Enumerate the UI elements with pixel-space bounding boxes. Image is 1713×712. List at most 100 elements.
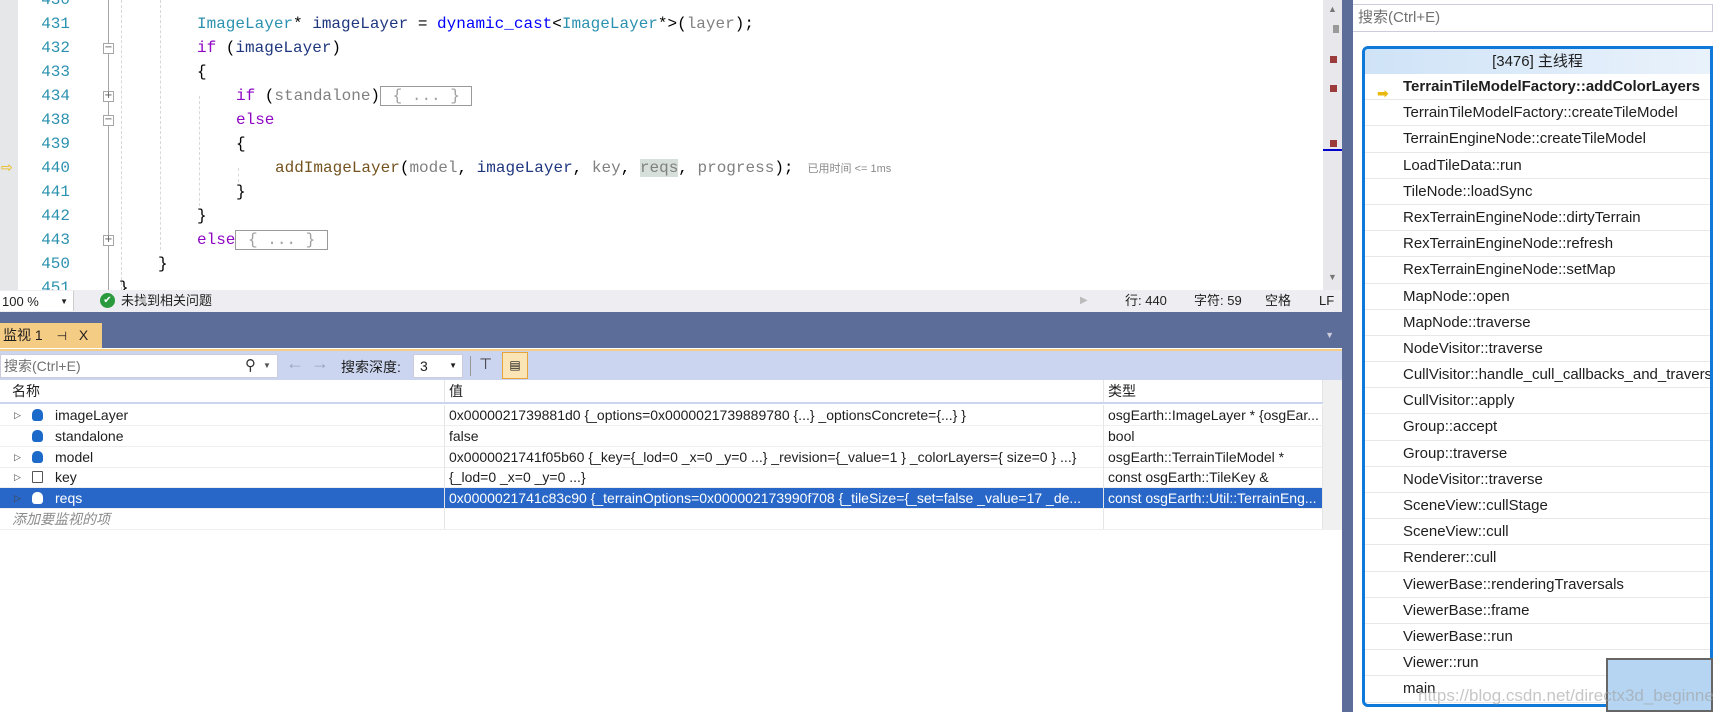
watch-name[interactable]: imageLayer <box>0 405 445 425</box>
window-menu-icon[interactable]: ▼ <box>1325 330 1334 340</box>
stack-frame[interactable]: Group::traverse <box>1365 441 1710 467</box>
stack-frame[interactable]: ViewerBase::frame <box>1365 598 1710 624</box>
stack-frame[interactable]: MapNode::traverse <box>1365 310 1710 336</box>
code-line[interactable]: 443 + else { ... } <box>0 228 1323 252</box>
code-line[interactable]: 441} <box>0 180 1323 204</box>
column-header-type[interactable]: 类型 <box>1104 380 1323 402</box>
stack-frame[interactable]: RexTerrainEngineNode::refresh <box>1365 231 1710 258</box>
window-splitter[interactable] <box>1342 0 1353 712</box>
watch-value[interactable]: {_lod=0 _x=0 _y=0 ...} <box>445 467 1104 488</box>
collapsed-block[interactable]: { ... } <box>380 86 473 106</box>
scroll-thumb[interactable] <box>1333 25 1339 33</box>
issues-status[interactable]: 未找到相关问题 <box>121 290 212 312</box>
search-icon[interactable]: ⚲ <box>245 355 256 377</box>
chevron-down-icon[interactable]: ▼ <box>263 355 271 377</box>
editor-status-bar: 100 % ▼ ✔ 未找到相关问题 ◀ ▶ 行: 440 字符: 59 空格 LF <box>0 290 1342 312</box>
line-number: 430 <box>41 0 70 9</box>
parallel-stacks-callstack[interactable]: [3476] 主线程 ➡ TerrainTileModelFactory::add… <box>1362 46 1713 707</box>
stack-frame[interactable]: LoadTileData::run <box>1365 153 1710 179</box>
hex-view-toggle[interactable]: ▤ <box>502 352 528 379</box>
add-watch-placeholder[interactable]: 添加要监视的项 <box>0 509 445 529</box>
callstack-search-input[interactable]: 搜索(Ctrl+E) <box>1353 4 1713 32</box>
code-line[interactable]: 432 − if (imageLayer) <box>0 36 1323 60</box>
collapse-icon[interactable]: − <box>103 115 114 126</box>
code-line[interactable]: 451} <box>0 276 1323 290</box>
scroll-up-icon[interactable]: ▲ <box>1328 4 1337 14</box>
watch-name[interactable]: reqs <box>0 488 445 509</box>
watch-row[interactable]: standalone false bool <box>0 425 1323 447</box>
code-line[interactable]: 434 + if (standalone) { ... } <box>0 84 1323 108</box>
scroll-down-icon[interactable]: ▼ <box>1328 272 1337 282</box>
tab-watch-1[interactable]: 监视 1 ⊣ X <box>0 323 102 348</box>
watch-row[interactable]: ▷ key {_lod=0 _x=0 _y=0 ...} const osgEarth… <box>0 467 1323 489</box>
column-header-name[interactable]: 名称 <box>0 380 445 402</box>
stack-frame[interactable]: CullVisitor::apply <box>1365 388 1710 415</box>
stack-frame[interactable]: SceneView::cullStage <box>1365 493 1710 520</box>
expand-icon[interactable]: + <box>103 91 114 102</box>
watch-search-input[interactable]: 搜索(Ctrl+E) ⚲ ▼ <box>0 354 278 378</box>
watch-name[interactable]: model <box>0 446 445 467</box>
stack-frame[interactable]: TileNode::loadSync <box>1365 179 1710 205</box>
stack-frame[interactable]: Renderer::cull <box>1365 545 1710 572</box>
frame-label: RexTerrainEngineNode::refresh <box>1403 235 1614 253</box>
watch-value[interactable]: 0x0000021741f05b60 {_key={_lod=0 _x=0 _y… <box>445 446 1104 467</box>
watch-value[interactable]: 0x0000021741c83c90 {_terrainOptions=0x00… <box>445 488 1104 509</box>
stack-frame[interactable]: TerrainTileModelFactory::createTileModel <box>1365 100 1710 127</box>
expand-icon[interactable]: + <box>103 235 114 246</box>
indent-status[interactable]: 空格 <box>1265 290 1291 312</box>
editor-vertical-scrollbar[interactable]: ▲ ▼ <box>1323 0 1342 290</box>
code-line[interactable]: 430 <box>0 0 1323 12</box>
add-watch-row[interactable]: 添加要监视的项 <box>0 509 1323 530</box>
stack-frame[interactable]: ViewerBase::run <box>1365 624 1710 651</box>
line-ending-status[interactable]: LF <box>1319 290 1334 312</box>
stack-frame[interactable]: ➡ TerrainTileModelFactory::addColorLayers <box>1365 74 1710 101</box>
pin-icon[interactable]: ⊣ <box>57 329 67 343</box>
code-token: ); <box>774 159 794 177</box>
code-line[interactable]: 439 { <box>0 132 1323 156</box>
line-number: 431 <box>41 15 70 33</box>
toolbar-separator <box>470 356 471 376</box>
stack-frame[interactable]: TerrainEngineNode::createTileModel <box>1365 126 1710 153</box>
stack-frame[interactable]: MapNode::open <box>1365 284 1710 310</box>
code-line[interactable]: 442} <box>0 204 1323 228</box>
watch-vertical-scrollbar[interactable] <box>1323 380 1342 530</box>
forward-arrow-icon[interactable]: → <box>311 353 329 374</box>
char-number-status[interactable]: 字符: 59 <box>1194 290 1242 312</box>
watch-name[interactable]: key <box>0 467 445 488</box>
line-number-status[interactable]: 行: 440 <box>1125 290 1167 312</box>
code-line[interactable]: 433 { <box>0 60 1323 84</box>
column-header-value[interactable]: 值 <box>445 380 1104 402</box>
stack-frame[interactable]: NodeVisitor::traverse <box>1365 336 1710 363</box>
stack-frame[interactable]: ViewerBase::renderingTraversals <box>1365 572 1710 598</box>
watch-value[interactable]: 0x0000021739881d0 {_options=0x0000021739… <box>445 405 1104 425</box>
back-arrow-icon[interactable]: ← <box>286 353 304 374</box>
watch-row[interactable]: ▷ imageLayer 0x0000021739881d0 {_options=0… <box>0 405 1323 426</box>
code-line[interactable]: 450} <box>0 252 1323 276</box>
collapse-icon[interactable]: − <box>103 43 114 54</box>
code-editor[interactable]: 430 431 ImageLayer* imageLayer = dynamic_c… <box>0 0 1323 290</box>
watch-row[interactable]: ▷ reqs 0x0000021741c83c90 {_terrainOptions… <box>0 488 1323 510</box>
stack-frame[interactable]: Group::accept <box>1365 414 1710 441</box>
close-icon[interactable]: X <box>79 327 88 343</box>
code-line[interactable]: 438 − else <box>0 108 1323 132</box>
stack-frame[interactable]: SceneView::cull <box>1365 519 1710 546</box>
pin-filter-icon[interactable]: ⊤ <box>479 355 492 373</box>
code-line[interactable]: 431 ImageLayer* imageLayer = dynamic_cast… <box>0 12 1323 36</box>
code-line[interactable]: ⇨ 440 addImageLayer(model, imageLayer, key… <box>0 156 1323 180</box>
watch-name[interactable]: standalone <box>0 425 445 446</box>
stack-frame[interactable]: RexTerrainEngineNode::setMap <box>1365 257 1710 284</box>
watch-value[interactable]: false <box>445 425 1104 446</box>
stack-frame[interactable]: RexTerrainEngineNode::dirtyTerrain <box>1365 205 1710 232</box>
watch-toolbar: 搜索(Ctrl+E) ⚲ ▼ ← → 搜索深度: 3 ▼ ⊤ ▤ <box>0 349 1342 380</box>
tool-window-tab-strip: ▼ <box>0 312 1342 348</box>
code-token: } <box>158 255 168 273</box>
stack-frame[interactable]: CullVisitor::handle_cull_callbacks_and_t… <box>1365 362 1710 389</box>
watch-row[interactable]: ▷ model 0x0000021741f05b60 {_key={_lod=0 _… <box>0 446 1323 468</box>
scroll-left-icon[interactable]: ◀ <box>138 290 146 312</box>
stack-frame[interactable]: NodeVisitor::traverse <box>1365 467 1710 493</box>
code-text: ImageLayer* imageLayer = dynamic_cast<Im… <box>197 12 754 36</box>
zoom-dropdown[interactable]: 100 % ▼ <box>0 291 74 311</box>
search-depth-dropdown[interactable]: 3 ▼ <box>413 354 463 378</box>
collapsed-block[interactable]: { ... } <box>235 230 328 250</box>
scroll-right-icon[interactable]: ▶ <box>1080 290 1088 312</box>
